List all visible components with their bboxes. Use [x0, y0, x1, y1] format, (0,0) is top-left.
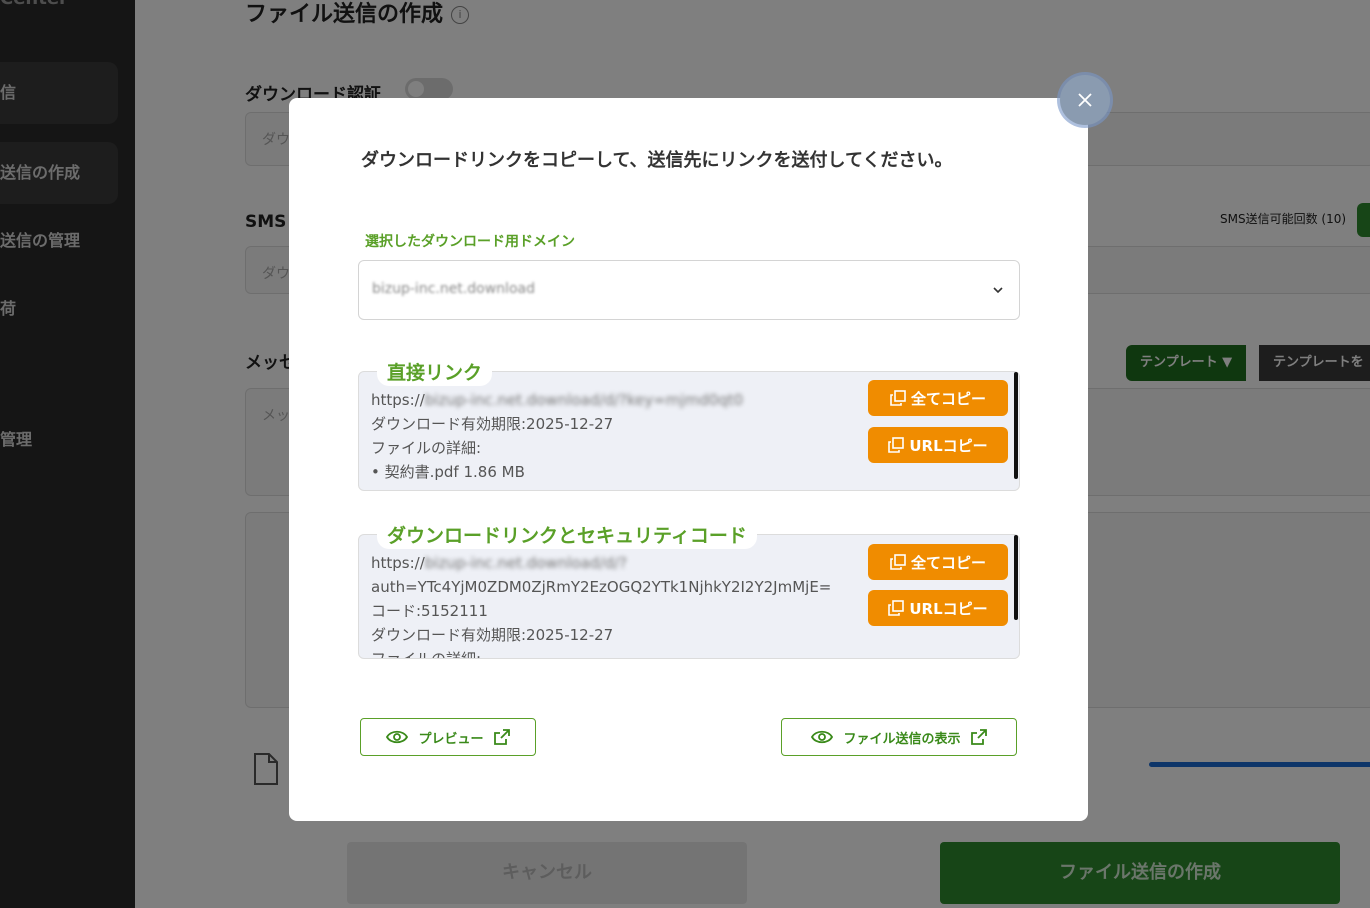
direct-copy-all-button[interactable]: 全てコピー — [868, 380, 1008, 416]
secure-link-scrollbar[interactable] — [1014, 535, 1018, 620]
modal-heading: ダウンロードリンクをコピーして、送信先にリンクを送付してください。 — [361, 150, 953, 171]
copy-icon — [890, 390, 906, 406]
secure-link-code: コード:5152111 — [371, 602, 488, 620]
domain-select[interactable]: bizup-inc.net.download — [358, 260, 1020, 320]
eye-icon — [386, 730, 409, 744]
copy-icon — [888, 437, 905, 453]
external-link-icon — [493, 729, 510, 745]
domain-label: 選択したダウンロード用ドメイン — [365, 234, 575, 250]
direct-link-details-label: ファイルの詳細: — [371, 439, 482, 457]
secure-link-url[interactable]: https://bizup-inc.net.download/d/? — [371, 551, 627, 575]
modal-close-button[interactable] — [1060, 75, 1110, 125]
direct-link-url[interactable]: https://bizup-inc.net.download/d/?key=mj… — [371, 388, 743, 412]
external-link-icon — [970, 729, 987, 745]
close-icon — [1078, 93, 1092, 107]
copy-icon — [890, 554, 906, 570]
secure-link-expiry: ダウンロード有効期限:2025-12-27 — [371, 626, 614, 644]
chevron-down-icon — [993, 287, 1003, 294]
preview-button[interactable]: プレビュー — [360, 718, 536, 756]
secure-copy-url-button[interactable]: URLコピー — [868, 590, 1008, 626]
direct-link-label: 直接リンク — [377, 357, 493, 386]
direct-link-expiry: ダウンロード有効期限:2025-12-27 — [371, 415, 614, 433]
view-transfer-button[interactable]: ファイル送信の表示 — [781, 718, 1017, 756]
secure-link-details-label: ファイルの詳細: — [371, 650, 482, 659]
download-link-modal: ダウンロードリンクをコピーして、送信先にリンクを送付してください。 選択したダウ… — [289, 98, 1088, 821]
direct-link-file: • 契約書.pdf 1.86 MB — [371, 463, 525, 481]
direct-link-scrollbar[interactable] — [1014, 372, 1018, 479]
domain-value: bizup-inc.net.download — [372, 281, 535, 297]
secure-link-label: ダウンロードリンクとセキュリティコード — [377, 520, 757, 549]
secure-link-auth: auth=YTc4YjM0ZDM0ZjRmY2EzOGQ2YTk1NjhkY2I… — [371, 578, 832, 596]
eye-icon — [811, 730, 834, 744]
secure-copy-all-button[interactable]: 全てコピー — [868, 544, 1008, 580]
direct-copy-url-button[interactable]: URLコピー — [868, 427, 1008, 463]
copy-icon — [888, 600, 905, 616]
